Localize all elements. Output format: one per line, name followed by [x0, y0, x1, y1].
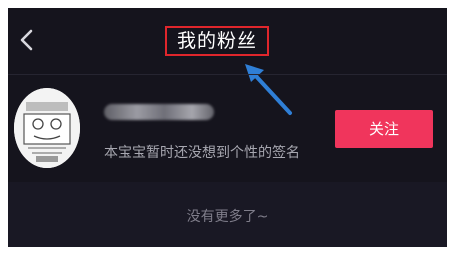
follower-name-blurred: [104, 104, 214, 120]
follower-row[interactable]: 本宝宝暂时还没想到个性的签名 关注: [8, 80, 447, 182]
avatar[interactable]: [14, 88, 80, 168]
avatar-image-icon: [14, 88, 80, 168]
app-screen: 我的粉丝 本宝宝暂时还没想到个性的签名 关注 没有更多了~: [8, 8, 447, 247]
header-divider: [8, 74, 447, 75]
follower-signature: 本宝宝暂时还没想到个性的签名: [104, 145, 300, 161]
page-title: 我的粉丝: [176, 30, 257, 52]
follow-button[interactable]: 关注: [335, 110, 433, 148]
chevron-left-icon[interactable]: [16, 28, 40, 52]
header-bar: 我的粉丝: [8, 8, 447, 115]
no-more-text: 没有更多了~: [186, 209, 269, 225]
